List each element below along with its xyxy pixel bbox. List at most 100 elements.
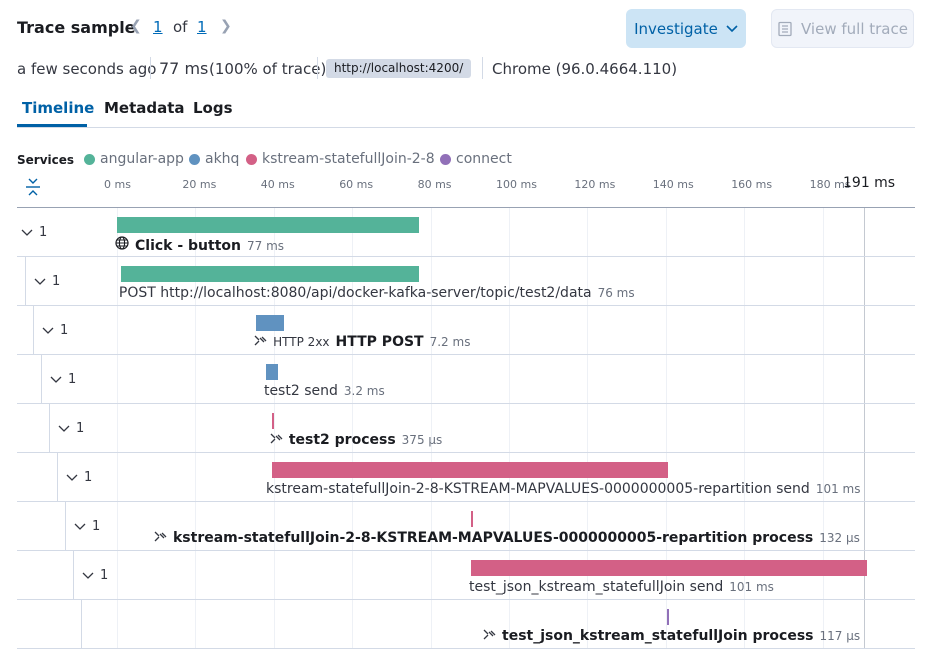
axis-tick-label: 40 ms: [260, 178, 295, 191]
legend-dot: [84, 153, 95, 165]
legend-dot: [440, 153, 451, 165]
span-bar[interactable]: [271, 413, 274, 429]
axis-tick-label: 0 ms: [104, 178, 131, 191]
child-count: 1: [39, 225, 48, 240]
span-label: POST http://localhost:8080/api/docker-ka…: [119, 285, 635, 301]
span-row[interactable]: 1 HTTP 2xx HTTP POST 7.2 ms: [17, 306, 915, 355]
span-accordion[interactable]: 1: [17, 208, 47, 257]
span-label: test2 send 3.2 ms: [264, 383, 385, 399]
tab-metadata[interactable]: Metadata: [104, 99, 185, 117]
chevron-down-icon[interactable]: [21, 229, 33, 237]
span-bar[interactable]: [666, 609, 669, 625]
span-bar[interactable]: [470, 560, 867, 576]
tab-logs[interactable]: Logs: [193, 99, 233, 117]
span-bar[interactable]: [256, 315, 285, 331]
document-icon: [778, 21, 792, 36]
tab-timeline[interactable]: Timeline: [22, 99, 94, 117]
span-bar[interactable]: [271, 462, 668, 478]
axis-tick-label: 100 ms: [496, 178, 537, 191]
axis-tick-label: 160 ms: [731, 178, 773, 191]
page-total-link[interactable]: 1: [197, 18, 207, 36]
span-link-icon: [270, 433, 283, 444]
chevron-down-icon[interactable]: [58, 425, 70, 433]
legend-label: kstream-statefullJoin-2-8: [262, 151, 435, 167]
span-accordion: 1: [73, 551, 108, 600]
chevron-down-icon[interactable]: [42, 327, 54, 335]
span-accordion: [81, 600, 90, 649]
chevron-down-icon[interactable]: [74, 523, 86, 531]
investigate-button[interactable]: Investigate: [626, 9, 746, 48]
span-link-icon: [154, 531, 167, 542]
chevron-down-icon[interactable]: [66, 474, 78, 482]
divider: [150, 57, 151, 79]
child-count: 1: [52, 274, 61, 289]
chevron-down-icon[interactable]: [50, 376, 62, 384]
span-accordion: 1: [41, 355, 76, 404]
span-row[interactable]: 1 kstream-statefullJoin-2-8-KSTREAM-MAPVA…: [17, 453, 915, 502]
tabs-divider: [17, 127, 915, 128]
span-bar[interactable]: [120, 266, 419, 282]
view-full-trace-button[interactable]: View full trace: [771, 9, 914, 48]
chevron-down-icon[interactable]: [82, 572, 94, 580]
axis-tick-label: 140 ms: [652, 178, 694, 191]
span-row[interactable]: 1 Click - button 77 ms: [17, 208, 915, 257]
span-row[interactable]: 1 test_json_kstream_statefullJoin send 101…: [17, 551, 915, 600]
span-row[interactable]: 1 test2 send 3.2 ms: [17, 355, 915, 404]
span-row[interactable]: test_json_kstream_statefullJoin process 1…: [17, 600, 915, 649]
view-full-trace-label: View full trace: [801, 19, 908, 38]
chevron-right-icon[interactable]: ❯: [220, 18, 232, 34]
child-count: 1: [60, 323, 69, 338]
span-accordion: 1: [65, 502, 100, 551]
legend-dot: [189, 153, 200, 165]
span-link-icon: [483, 629, 496, 640]
span-label: kstream-statefullJoin-2-8-KSTREAM-MAPVAL…: [154, 530, 860, 546]
span-duration: 117 µs: [819, 629, 861, 643]
page-current-link[interactable]: 1: [153, 18, 163, 36]
span-row[interactable]: 1 test2 process 375 µs: [17, 404, 915, 453]
span-name: test_json_kstream_statefullJoin process: [502, 628, 814, 644]
collapse-all-icon[interactable]: [25, 177, 41, 197]
legend-item-angular-app: angular-app: [84, 151, 184, 167]
span-name: Click - button: [135, 238, 241, 254]
span-duration: 101 ms: [815, 482, 861, 496]
span-label: test2 process 375 µs: [270, 432, 442, 448]
globe-icon: [115, 236, 129, 250]
legend-label: connect: [456, 151, 512, 167]
span-label: Click - button 77 ms: [115, 236, 284, 254]
span-duration: 76 ms: [597, 286, 635, 300]
span-duration: 101 ms: [729, 580, 774, 594]
legend-item-kstream: kstream-statefullJoin-2-8: [246, 151, 435, 167]
span-name: test2 process: [288, 432, 396, 448]
child-count: 1: [68, 372, 77, 387]
axis-tick-label: 80 ms: [417, 178, 452, 191]
legend-dot: [246, 153, 257, 165]
span-accordion: 1: [57, 453, 92, 502]
trace-duration-percent: (100% of trace): [209, 60, 327, 78]
investigate-label: Investigate: [634, 19, 718, 38]
legend-item-connect: connect: [440, 151, 512, 167]
span-duration: 77 ms: [247, 239, 285, 253]
legend-item-akhq: akhq: [189, 151, 239, 167]
span-name: HTTP POST: [335, 334, 424, 350]
span-label: kstream-statefullJoin-2-8-KSTREAM-MAPVAL…: [266, 481, 860, 497]
span-duration: 7.2 ms: [429, 335, 471, 349]
chevron-down-icon: [726, 24, 738, 32]
axis-tick-label: 20 ms: [182, 178, 217, 191]
span-name: kstream-statefullJoin-2-8-KSTREAM-MAPVAL…: [173, 530, 814, 546]
span-row[interactable]: 1 kstream-statefullJoin-2-8-KSTREAM-MAPVA…: [17, 502, 915, 551]
child-count: 1: [92, 519, 101, 534]
trace-timestamp: a few seconds ago: [17, 60, 157, 78]
span-bar[interactable]: [117, 217, 419, 233]
span-bar[interactable]: [470, 511, 473, 527]
span-bar[interactable]: [265, 364, 279, 380]
span-name: kstream-statefullJoin-2-8-KSTREAM-MAPVAL…: [266, 481, 810, 497]
span-row[interactable]: 1 POST http://localhost:8080/api/docker-k…: [17, 257, 915, 306]
divider: [482, 57, 483, 79]
span-accordion: 1: [25, 257, 60, 306]
chevron-down-icon[interactable]: [34, 278, 46, 286]
divider: [317, 57, 318, 79]
span-link-icon: [254, 335, 267, 346]
http-status: HTTP 2xx: [273, 335, 330, 349]
chevron-left-icon[interactable]: ❮: [130, 18, 142, 34]
trace-duration: 77 ms: [159, 59, 209, 78]
